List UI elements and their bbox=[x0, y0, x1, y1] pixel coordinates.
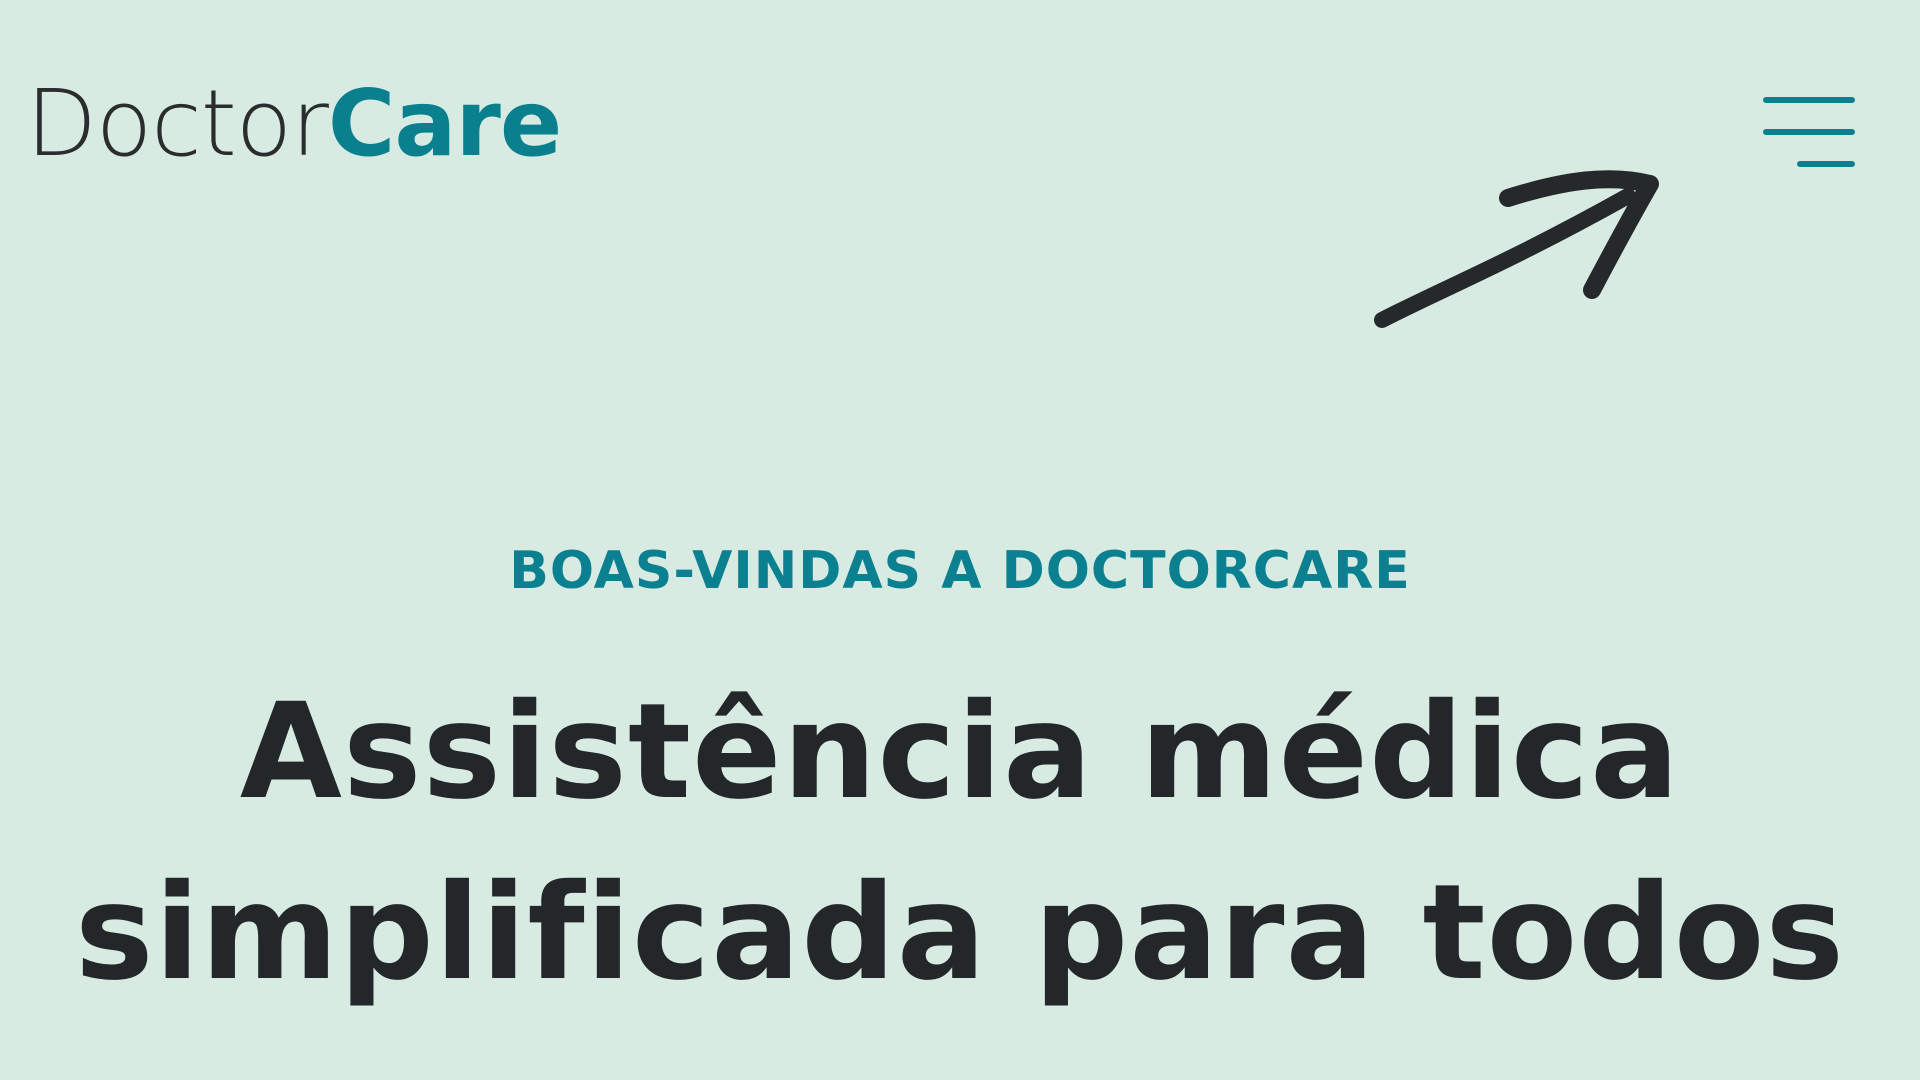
logo-care-text: Care bbox=[327, 70, 562, 177]
arrow-shaft bbox=[1374, 188, 1636, 328]
hero-headline-line-2: simplificada para todos bbox=[74, 856, 1846, 1011]
site-header: DoctorCare bbox=[0, 0, 1920, 328]
hero-headline: Assistência médica simplificada para tod… bbox=[0, 662, 1920, 1024]
hamburger-menu-icon bbox=[1763, 97, 1855, 167]
logo-doctor-text: Doctor bbox=[26, 70, 329, 177]
hero-headline-line-1: Assistência médica bbox=[239, 675, 1681, 830]
welcome-eyebrow: BOAS-VINDAS A DOCTORCARE bbox=[509, 541, 1411, 601]
pointing-arrow-icon bbox=[1374, 170, 1659, 328]
hero-section: BOAS-VINDAS A DOCTORCARE Assistência méd… bbox=[0, 540, 1920, 1024]
doctorcare-logo[interactable]: DoctorCare bbox=[26, 78, 562, 170]
menu-button[interactable] bbox=[1748, 82, 1860, 182]
